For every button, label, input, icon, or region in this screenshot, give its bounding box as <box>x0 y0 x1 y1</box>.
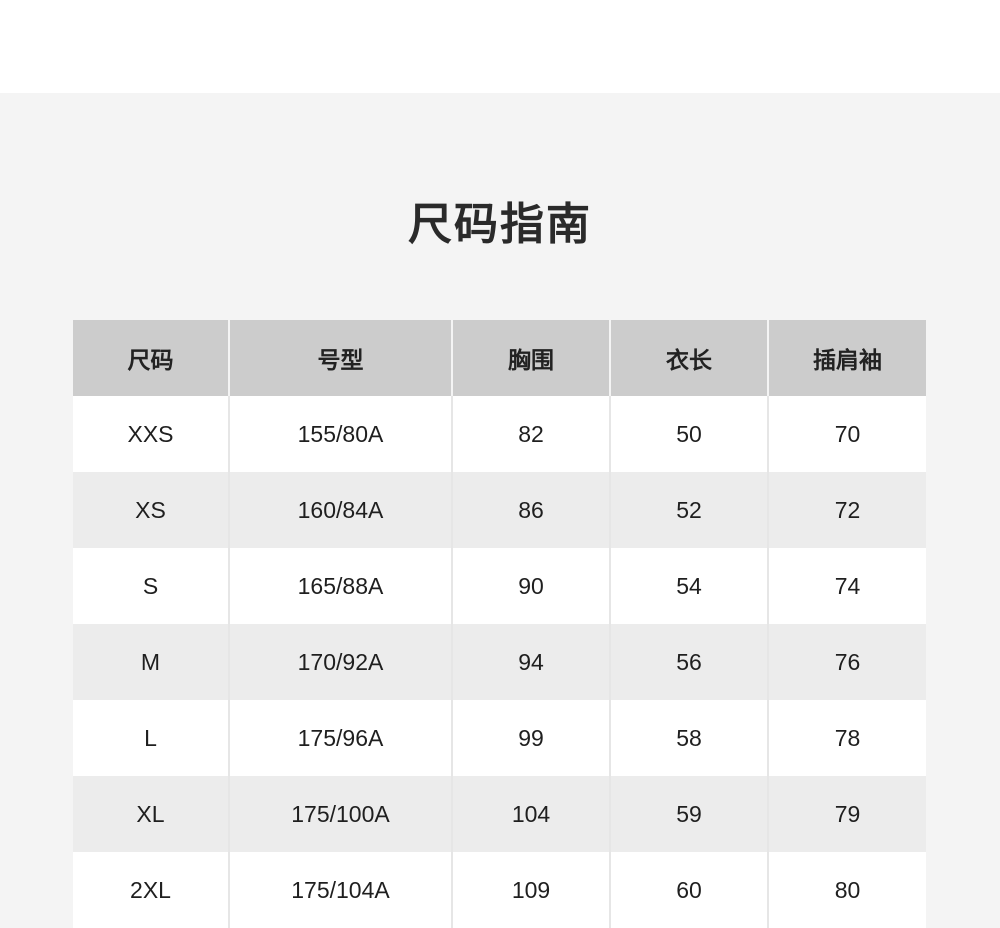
cell-length: 52 <box>609 472 768 548</box>
table-row: XS 160/84A 86 52 72 <box>73 472 926 548</box>
cell-chest: 90 <box>451 548 610 624</box>
cell-length: 58 <box>609 700 768 776</box>
cell-sleeve: 72 <box>767 472 926 548</box>
cell-fit-code: 175/96A <box>228 700 452 776</box>
cell-sleeve: 70 <box>767 396 926 472</box>
header-fit-code: 号型 <box>228 320 452 396</box>
cell-sleeve: 76 <box>767 624 926 700</box>
cell-chest: 99 <box>451 700 610 776</box>
cell-size: XS <box>73 472 229 548</box>
cell-length: 56 <box>609 624 768 700</box>
top-white-band <box>0 0 1000 93</box>
cell-length: 59 <box>609 776 768 852</box>
cell-fit-code: 165/88A <box>228 548 452 624</box>
cell-fit-code: 170/92A <box>228 624 452 700</box>
size-table: 尺码 号型 胸围 衣长 插肩袖 XXS 155/80A 82 50 70 XS … <box>73 320 926 928</box>
cell-size: M <box>73 624 229 700</box>
table-header-row: 尺码 号型 胸围 衣长 插肩袖 <box>73 320 926 396</box>
table-row: M 170/92A 94 56 76 <box>73 624 926 700</box>
cell-length: 54 <box>609 548 768 624</box>
cell-sleeve: 74 <box>767 548 926 624</box>
cell-chest: 82 <box>451 396 610 472</box>
table-row: 2XL 175/104A 109 60 80 <box>73 852 926 928</box>
cell-fit-code: 160/84A <box>228 472 452 548</box>
cell-length: 60 <box>609 852 768 928</box>
cell-size: S <box>73 548 229 624</box>
cell-chest: 86 <box>451 472 610 548</box>
size-guide-panel: 尺码指南 尺码 号型 胸围 衣长 插肩袖 XXS 155/80A 82 50 7… <box>0 93 1000 928</box>
cell-size: L <box>73 700 229 776</box>
table-row: XXS 155/80A 82 50 70 <box>73 396 926 472</box>
cell-sleeve: 78 <box>767 700 926 776</box>
cell-sleeve: 79 <box>767 776 926 852</box>
cell-size: XL <box>73 776 229 852</box>
cell-size: XXS <box>73 396 229 472</box>
cell-chest: 104 <box>451 776 610 852</box>
cell-chest: 94 <box>451 624 610 700</box>
cell-length: 50 <box>609 396 768 472</box>
cell-size: 2XL <box>73 852 229 928</box>
cell-chest: 109 <box>451 852 610 928</box>
table-row: L 175/96A 99 58 78 <box>73 700 926 776</box>
header-chest: 胸围 <box>451 320 610 396</box>
page-title: 尺码指南 <box>408 199 592 250</box>
header-size: 尺码 <box>73 320 229 396</box>
cell-fit-code: 175/104A <box>228 852 452 928</box>
cell-fit-code: 175/100A <box>228 776 452 852</box>
cell-fit-code: 155/80A <box>228 396 452 472</box>
header-length: 衣长 <box>609 320 768 396</box>
table-row: XL 175/100A 104 59 79 <box>73 776 926 852</box>
table-row: S 165/88A 90 54 74 <box>73 548 926 624</box>
header-raglan-sleeve: 插肩袖 <box>767 320 926 396</box>
cell-sleeve: 80 <box>767 852 926 928</box>
